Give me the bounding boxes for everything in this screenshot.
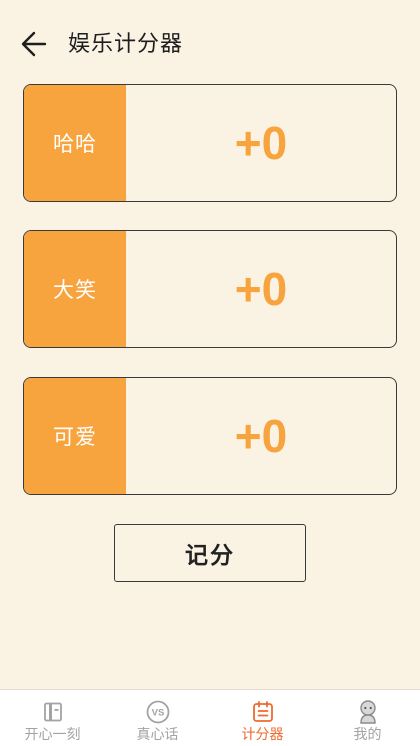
nav-label: 真心话: [136, 727, 179, 743]
calendar-list-icon: [251, 700, 275, 724]
nav-label: 计分器: [241, 727, 284, 743]
card-label: 大笑: [24, 231, 126, 347]
nav-item-happy-moment[interactable]: 开心一刻: [0, 690, 105, 746]
card-score: +0: [234, 263, 288, 315]
arrow-left-icon: [21, 31, 47, 57]
score-card-keai[interactable]: 可爱 +0: [23, 377, 397, 495]
nav-item-mine[interactable]: 我的: [315, 690, 420, 746]
vs-icon: VS: [146, 700, 170, 724]
card-label: 哈哈: [24, 85, 126, 201]
card-label: 可爱: [24, 378, 126, 494]
back-button[interactable]: [14, 24, 54, 64]
nav-item-scorer[interactable]: 计分器: [210, 690, 315, 746]
score-card-haha[interactable]: 哈哈 +0: [23, 84, 397, 202]
card-score: +0: [234, 410, 288, 462]
card-score: +0: [234, 117, 288, 169]
bottom-nav: 开心一刻 VS 真心话 计分器 我的: [0, 689, 420, 746]
nav-label: 开心一刻: [24, 727, 81, 743]
scorer-screen: 娱乐计分器 哈哈 +0 大笑 +0 可爱 +0 记分 开心一刻 VS 真心话 计…: [0, 0, 420, 746]
svg-text:VS: VS: [151, 708, 164, 719]
header: 娱乐计分器: [0, 0, 420, 84]
nav-item-truth[interactable]: VS 真心话: [105, 690, 210, 746]
avatar-icon: [356, 700, 380, 724]
book-icon: [41, 700, 65, 724]
score-card-daxiao[interactable]: 大笑 +0: [23, 230, 397, 348]
page-title: 娱乐计分器: [68, 32, 184, 57]
score-button[interactable]: 记分: [114, 524, 306, 582]
nav-label: 我的: [353, 727, 382, 743]
